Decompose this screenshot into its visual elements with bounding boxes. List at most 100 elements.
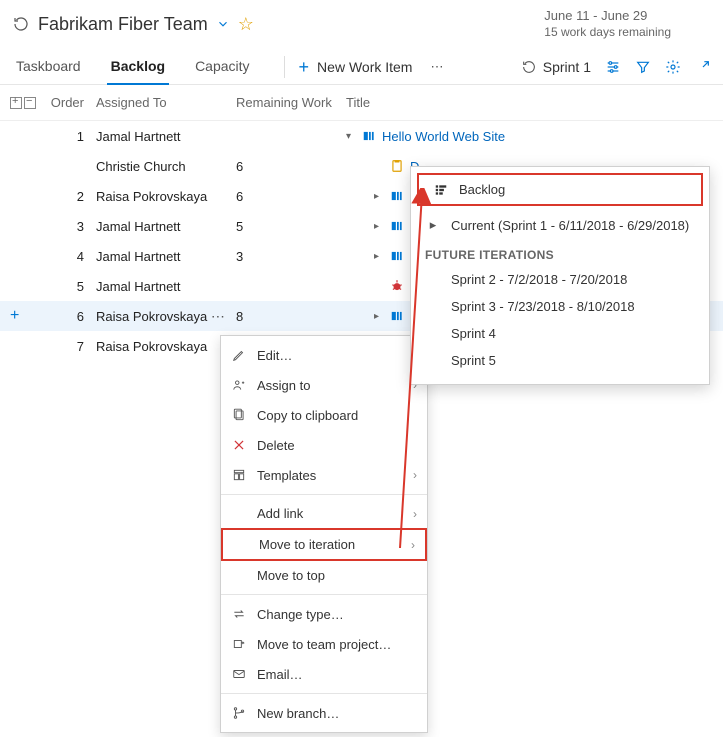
col-order[interactable]: Order [46,95,96,110]
iteration-submenu: Backlog ▸ Current (Sprint 1 - 6/11/2018 … [410,166,710,385]
filter-icon[interactable] [635,59,651,75]
templates-icon [231,467,247,483]
move-project-icon [231,636,247,652]
cell-order: 5 [46,279,96,294]
submenu-backlog[interactable]: Backlog [417,173,703,206]
team-title[interactable]: Fabrikam Fiber Team [38,14,208,35]
tab-taskboard[interactable]: Taskboard [12,50,85,84]
ctx-add-link[interactable]: Add link › [221,499,427,528]
ctx-templates[interactable]: Templates › [221,460,427,490]
row-more-icon[interactable]: ⋯ [211,308,226,324]
menu-separator [221,494,427,495]
ctx-delete[interactable]: Delete [221,430,427,460]
sprint-small-icon [521,59,537,75]
page-header: Fabrikam Fiber Team ☆ June 11 - June 29 … [0,0,723,46]
work-item-context-menu: Edit… Assign to › Copy to clipboard Dele… [220,335,428,733]
clipboard-icon [231,407,247,423]
ctx-change-type[interactable]: Change type… [221,599,427,629]
ctx-new-branch[interactable]: New branch… [221,698,427,728]
cell-remaining[interactable]: 5 [236,219,346,234]
tree-chevron-icon[interactable]: ▸ [374,191,384,202]
col-remaining[interactable]: Remaining Work [236,95,346,110]
delete-x-icon [231,437,247,453]
mail-icon [231,666,247,682]
gear-icon[interactable] [665,59,681,75]
swap-icon [231,606,247,622]
ctx-assign-to[interactable]: Assign to › [221,370,427,400]
more-actions-icon[interactable]: ⋯ [430,59,445,75]
tree-chevron-icon[interactable]: ▾ [346,131,356,142]
chevron-right-icon: › [411,538,415,552]
new-work-item-label: New Work Item [317,59,412,75]
tabs-toolbar: Taskboard Backlog Capacity + New Work It… [0,46,723,85]
expand-all-icon[interactable] [10,97,22,109]
tree-chevron-icon[interactable]: ▸ [374,311,384,322]
team-chevron-icon[interactable] [216,17,230,31]
add-child-icon[interactable]: + [10,307,19,324]
cell-assigned[interactable]: Jamal Hartnett [96,129,236,144]
sprint-label: Sprint 1 [543,59,591,75]
future-iterations-header: FUTURE ITERATIONS [411,240,709,266]
submenu-sprint-2[interactable]: Sprint 2 - 7/2/2018 - 7/20/2018 [411,266,709,293]
ctx-copy[interactable]: Copy to clipboard [221,400,427,430]
work-item-type-icon [390,219,404,233]
cell-assigned[interactable]: Jamal Hartnett [96,279,236,294]
branch-icon [231,705,247,721]
ctx-move-to-top[interactable]: Move to top [221,561,427,590]
submenu-sprint-3[interactable]: Sprint 3 - 7/23/2018 - 8/10/2018 [411,293,709,320]
cell-order: 1 [46,129,96,144]
chevron-right-icon: ▸ [425,217,441,233]
work-item-type-icon [362,129,376,143]
cell-remaining[interactable]: 6 [236,189,346,204]
collapse-all-icon[interactable] [24,97,36,109]
tab-backlog[interactable]: Backlog [107,50,169,84]
settings-sliders-icon[interactable] [605,59,621,75]
cell-assigned[interactable]: Raisa Pokrovskaya ⋯ [96,308,236,325]
days-remaining: 15 work days remaining [544,25,671,41]
cell-assigned[interactable]: Christie Church [96,159,236,174]
work-item-type-icon [390,249,404,263]
ctx-email[interactable]: Email… [221,659,427,689]
sprint-selector[interactable]: Sprint 1 [521,59,591,75]
menu-separator [221,693,427,694]
cell-order: 3 [46,219,96,234]
work-item-type-icon [390,309,404,323]
submenu-current[interactable]: ▸ Current (Sprint 1 - 6/11/2018 - 6/29/2… [411,210,709,240]
cell-remaining[interactable]: 8 [236,309,346,324]
backlog-icon [433,183,449,197]
iteration-dates: June 11 - June 29 15 work days remaining [544,8,671,40]
col-title[interactable]: Title [346,95,717,110]
work-item-title-link[interactable]: Hello World Web Site [382,129,505,144]
work-item-type-icon [390,189,404,203]
menu-separator [221,594,427,595]
person-icon [231,377,247,393]
cell-assigned[interactable]: Raisa Pokrovskaya [96,339,236,354]
cell-assigned[interactable]: Raisa Pokrovskaya [96,189,236,204]
ctx-edit[interactable]: Edit… [221,340,427,370]
submenu-sprint-5[interactable]: Sprint 5 [411,347,709,374]
work-item-type-icon [390,279,404,293]
cell-remaining[interactable]: 3 [236,249,346,264]
work-item-type-icon [390,159,404,173]
tree-chevron-icon[interactable]: ▸ [374,221,384,232]
ctx-move-to-team-project[interactable]: Move to team project… [221,629,427,659]
col-assigned[interactable]: Assigned To [96,95,236,110]
new-work-item-button[interactable]: + New Work Item [299,57,413,78]
cell-title: ▾ Hello World Web Site [346,129,717,144]
cell-assigned[interactable]: Jamal Hartnett [96,249,236,264]
tab-capacity[interactable]: Capacity [191,50,253,84]
ctx-move-to-iteration[interactable]: Move to iteration › [221,528,427,561]
tree-chevron-icon[interactable]: ▸ [374,251,384,262]
expand-collapse-all[interactable] [10,97,46,109]
divider [284,56,285,78]
cell-assigned[interactable]: Jamal Hartnett [96,219,236,234]
cell-order: 6 [46,309,96,324]
backlog-row[interactable]: 1Jamal Hartnett ▾ Hello World Web Site [0,121,723,151]
plus-icon: + [299,57,310,78]
cell-remaining[interactable]: 6 [236,159,346,174]
sprint-icon [12,15,30,33]
fullscreen-icon[interactable] [695,59,711,75]
favorite-star-icon[interactable]: ☆ [238,14,254,35]
cell-order: 7 [46,339,96,354]
submenu-sprint-4[interactable]: Sprint 4 [411,320,709,347]
